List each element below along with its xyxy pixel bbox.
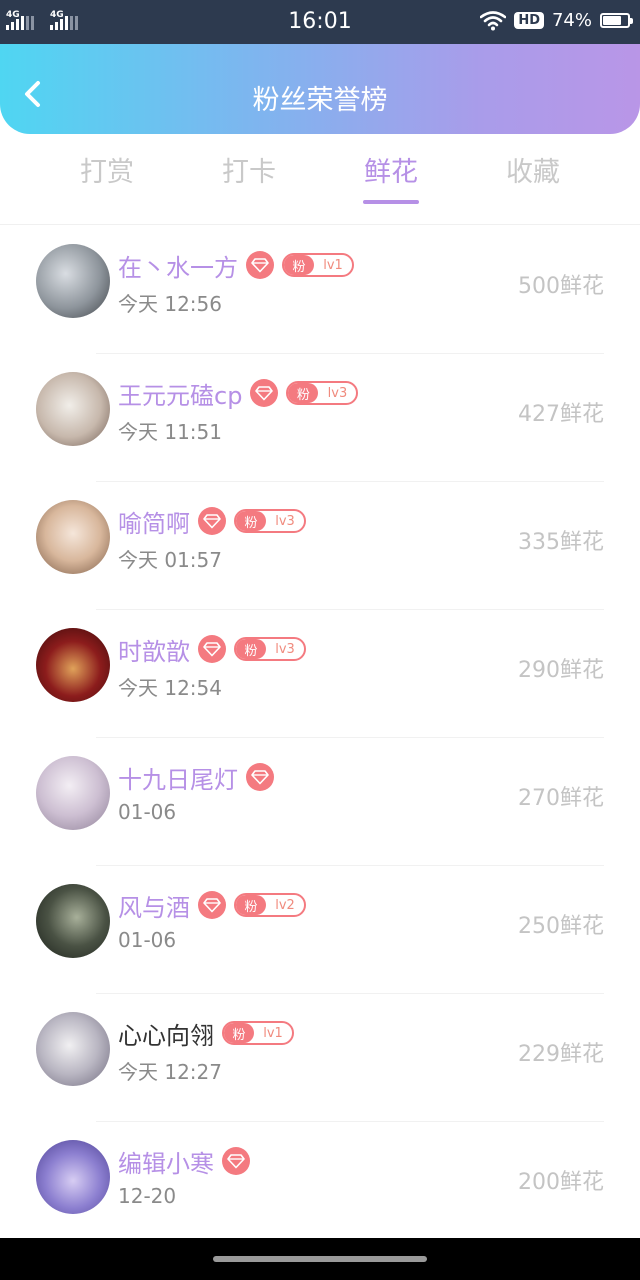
avatar[interactable] xyxy=(36,756,110,830)
fan-level-badge: 粉 lv2 xyxy=(234,893,306,917)
list-item[interactable]: 时歆歆 粉 lv3 今天 12:54 290鲜花 xyxy=(0,610,640,738)
username[interactable]: 编辑小寒 xyxy=(118,1144,214,1179)
username[interactable]: 王元元磕cp xyxy=(118,376,242,411)
diamond-icon xyxy=(198,891,226,919)
fan-badge-label: 粉 xyxy=(236,895,266,915)
name-line: 十九日尾灯 xyxy=(118,760,274,795)
name-line: 时歆歆 粉 lv3 xyxy=(118,632,306,667)
tab-bar: 打赏 打卡 鲜花 收藏 xyxy=(0,150,640,210)
list-item[interactable]: 在丶水一方 粉 lv1 今天 12:56 500鲜花 xyxy=(0,226,640,354)
tab-label: 收藏 xyxy=(506,157,560,188)
fan-level-badge: 粉 lv1 xyxy=(222,1021,294,1045)
list-item[interactable]: 风与酒 粉 lv2 01-06 250鲜花 xyxy=(0,866,640,994)
hd-badge: HD xyxy=(514,12,544,29)
fan-level: lv1 xyxy=(263,1025,283,1041)
fan-badge-label: 粉 xyxy=(224,1023,254,1043)
fan-level: lv1 xyxy=(323,257,343,273)
diamond-icon xyxy=(246,251,274,279)
username[interactable]: 十九日尾灯 xyxy=(118,760,238,795)
wifi-icon xyxy=(480,10,507,30)
timestamp: 今天 12:56 xyxy=(118,292,222,316)
fan-badge-label: 粉 xyxy=(288,383,319,403)
fan-badge-label: 粉 xyxy=(236,639,266,659)
navigation-bar xyxy=(0,1238,640,1280)
avatar[interactable] xyxy=(36,884,110,958)
timestamp: 今天 11:51 xyxy=(118,420,222,444)
fan-level: lv3 xyxy=(327,385,348,401)
tab-active-indicator xyxy=(363,200,419,204)
avatar[interactable] xyxy=(36,1012,110,1086)
name-line: 编辑小寒 xyxy=(118,1144,250,1179)
fan-badge-label: 粉 xyxy=(284,255,314,275)
avatar[interactable] xyxy=(36,1140,110,1214)
fan-level-badge: 粉 lv3 xyxy=(286,381,359,405)
fan-level-badge: 粉 lv3 xyxy=(234,509,306,533)
tab-favorites[interactable]: 收藏 xyxy=(463,150,603,206)
timestamp: 今天 12:27 xyxy=(118,1060,222,1084)
flower-count: 229鲜花 xyxy=(518,1042,604,1067)
list-item[interactable]: 喻简啊 粉 lv3 今天 01:57 335鲜花 xyxy=(0,482,640,610)
tab-label: 打卡 xyxy=(222,157,276,188)
tab-reward[interactable]: 打赏 xyxy=(37,150,177,206)
username[interactable]: 喻简啊 xyxy=(118,504,190,539)
timestamp: 01-06 xyxy=(118,800,177,824)
flower-count: 427鲜花 xyxy=(518,402,604,427)
fan-level: lv3 xyxy=(275,513,295,529)
status-right: HD 74% xyxy=(480,10,633,31)
name-line: 在丶水一方 粉 lv1 xyxy=(118,248,354,283)
page-title: 粉丝荣誉榜 xyxy=(252,85,388,116)
flower-count: 500鲜花 xyxy=(518,274,604,299)
list-item[interactable]: 十九日尾灯 01-06 270鲜花 xyxy=(0,738,640,866)
status-bar: 4G 4G 16:01 HD 74% xyxy=(0,0,640,44)
diamond-icon xyxy=(222,1147,250,1175)
list-item[interactable]: 王元元磕cp 粉 lv3 今天 11:51 427鲜花 xyxy=(0,354,640,482)
tab-label: 打赏 xyxy=(80,157,134,188)
home-indicator[interactable] xyxy=(213,1256,427,1262)
battery-percent: 74% xyxy=(551,10,592,31)
fan-level: lv2 xyxy=(275,897,295,913)
list-item[interactable]: 心心向翎 粉 lv1 今天 12:27 229鲜花 xyxy=(0,994,640,1122)
username[interactable]: 时歆歆 xyxy=(118,632,190,667)
flower-count: 250鲜花 xyxy=(518,914,604,939)
diamond-icon xyxy=(246,763,274,791)
flower-count: 290鲜花 xyxy=(518,658,604,683)
divider xyxy=(0,224,640,225)
fan-level: lv3 xyxy=(275,641,295,657)
avatar[interactable] xyxy=(36,628,110,702)
fan-level-badge: 粉 lv3 xyxy=(234,637,306,661)
fan-ranking-list: 在丶水一方 粉 lv1 今天 12:56 500鲜花 王元元磕cp 粉 lv3 … xyxy=(0,226,640,1250)
flower-count: 270鲜花 xyxy=(518,786,604,811)
diamond-icon xyxy=(250,379,279,407)
tab-flowers[interactable]: 鲜花 xyxy=(321,150,461,206)
timestamp: 今天 01:57 xyxy=(118,548,222,572)
flower-count: 200鲜花 xyxy=(518,1170,604,1195)
name-line: 喻简啊 粉 lv3 xyxy=(118,504,306,539)
username[interactable]: 在丶水一方 xyxy=(118,248,238,283)
tab-label: 鲜花 xyxy=(364,157,418,188)
header: 粉丝荣誉榜 xyxy=(0,44,640,134)
fan-level-badge: 粉 lv1 xyxy=(282,253,354,277)
name-line: 王元元磕cp 粉 lv3 xyxy=(118,376,359,411)
timestamp: 01-06 xyxy=(118,928,177,952)
avatar[interactable] xyxy=(36,244,110,318)
diamond-icon xyxy=(198,635,226,663)
avatar[interactable] xyxy=(36,372,110,446)
battery-icon xyxy=(600,13,633,28)
flower-count: 335鲜花 xyxy=(518,530,604,555)
diamond-icon xyxy=(198,507,226,535)
username[interactable]: 风与酒 xyxy=(118,888,190,923)
timestamp: 今天 12:54 xyxy=(118,676,222,700)
timestamp: 12-20 xyxy=(118,1184,177,1208)
avatar[interactable] xyxy=(36,500,110,574)
fan-badge-label: 粉 xyxy=(236,511,266,531)
tab-checkin[interactable]: 打卡 xyxy=(179,150,319,206)
list-item[interactable]: 编辑小寒 12-20 200鲜花 xyxy=(0,1122,640,1250)
name-line: 风与酒 粉 lv2 xyxy=(118,888,306,923)
username[interactable]: 心心向翎 xyxy=(118,1016,214,1051)
name-line: 心心向翎 粉 lv1 xyxy=(118,1016,294,1051)
